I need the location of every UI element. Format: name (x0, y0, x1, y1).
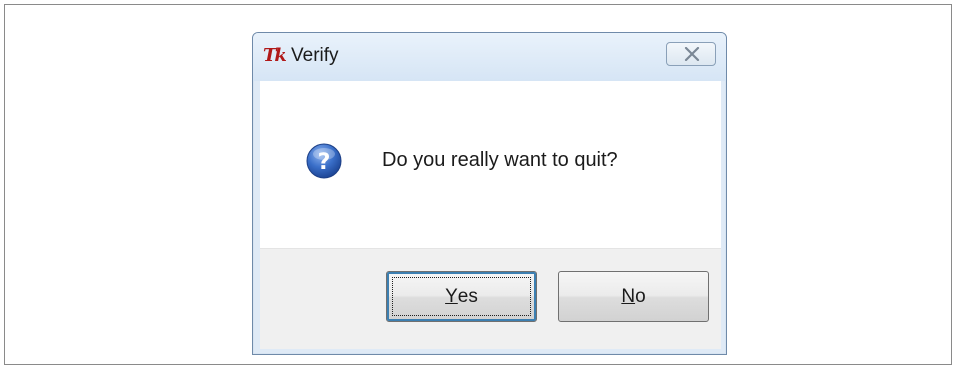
yes-button-accel: Y (445, 285, 458, 307)
no-button[interactable]: No (558, 271, 709, 322)
dialog-message: Do you really want to quit? (382, 149, 618, 171)
verify-dialog: Tk Verify ? Do you really want to quit? … (252, 32, 727, 355)
tk-feather-icon: Tk (263, 45, 287, 66)
close-icon (684, 47, 700, 61)
message-area: ? Do you really want to quit? (260, 81, 721, 248)
title-bar[interactable]: Tk Verify (253, 33, 726, 81)
no-button-accel: N (621, 285, 636, 307)
button-area: Yes No (260, 248, 721, 349)
question-icon: ? (306, 143, 342, 179)
yes-button[interactable]: Yes (386, 271, 537, 322)
no-button-label: o (635, 285, 646, 307)
dialog-client-area: ? Do you really want to quit? Yes No (260, 81, 721, 349)
screenshot-frame: Tk Verify ? Do you really want to quit? … (4, 4, 952, 365)
svg-text:?: ? (318, 150, 331, 175)
dialog-title: Verify (291, 45, 339, 66)
yes-button-label: es (457, 285, 478, 307)
close-button[interactable] (666, 42, 716, 66)
